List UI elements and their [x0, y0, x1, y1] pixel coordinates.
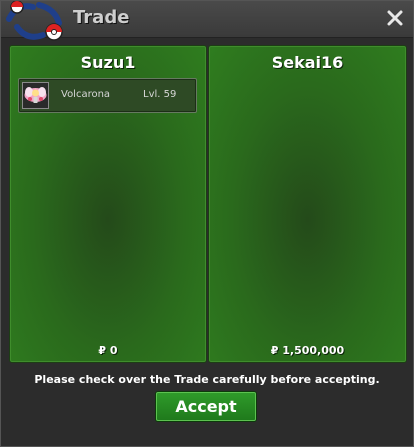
- pokeball-logo-icon: [3, 0, 67, 45]
- volcarona-sprite-icon: [22, 82, 49, 109]
- window-title: Trade: [73, 7, 130, 28]
- player-name-left: Suzu1: [80, 53, 136, 72]
- trade-item-row[interactable]: Volcarona Lvl. 59: [18, 78, 197, 113]
- player-name-right: Sekai16: [271, 53, 344, 72]
- trade-notice: Please check over the Trade carefully be…: [34, 373, 380, 386]
- close-icon[interactable]: [385, 8, 405, 28]
- money-amount-left: ₽ 0: [98, 344, 118, 357]
- item-name: Volcarona: [61, 89, 111, 100]
- my-offer-panel: Suzu1 Volcarona Lvl. 59 ₽ 0: [9, 45, 207, 363]
- partner-offer-panel: Sekai16 ₽ 1,500,000: [208, 45, 407, 363]
- accept-button[interactable]: Accept: [156, 392, 256, 421]
- money-amount-right: ₽ 1,500,000: [270, 344, 345, 357]
- item-level: Lvl. 59: [143, 89, 177, 100]
- trade-window: Trade Suzu1 Volcarona Lvl. 59 ₽ 0 Sekai1…: [0, 0, 414, 447]
